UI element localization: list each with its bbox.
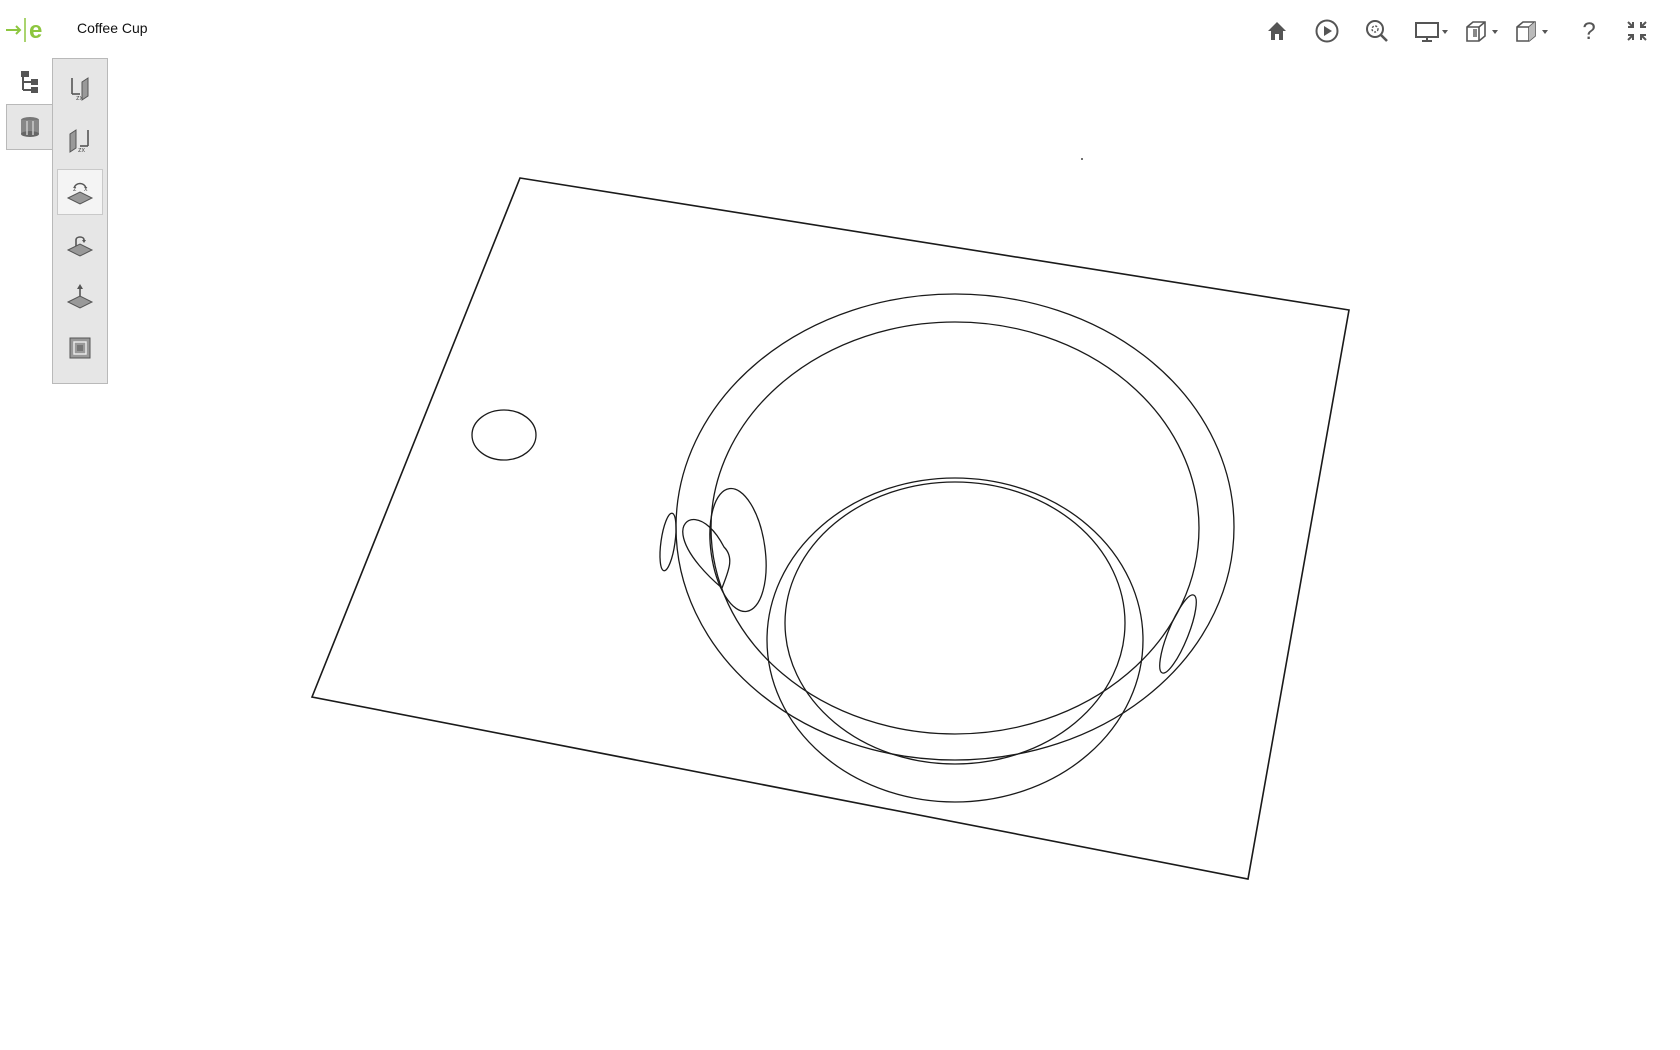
view-toolbar: ?: [1260, 14, 1680, 48]
cup-bottom-inner-edge: [784, 481, 1126, 765]
help-icon: ?: [1582, 18, 1595, 44]
display-mode-button[interactable]: [1412, 14, 1452, 48]
handle-left-large-edge: [709, 487, 767, 613]
cup-outer-rim-edge: [675, 293, 1235, 761]
tool-plane-rotate-zx[interactable]: z x: [57, 169, 103, 215]
section-view-icon: [1466, 21, 1498, 42]
handle-left-small-edge: [659, 512, 677, 572]
tab-feature-tree[interactable]: [6, 58, 53, 104]
section-view-button[interactable]: [1462, 14, 1502, 48]
plane-normal-up-icon: [66, 284, 94, 309]
app-logo[interactable]: e: [6, 14, 50, 46]
zoom-fit-icon: [1366, 20, 1388, 42]
home-icon: [1268, 22, 1286, 40]
app-window: e Coffee Cup ? zx zx z x: [0, 0, 1680, 1050]
svg-text:x: x: [84, 186, 88, 193]
play-icon: [1315, 19, 1339, 43]
help-button[interactable]: ?: [1572, 14, 1606, 48]
zoom-fit-button[interactable]: [1360, 14, 1394, 48]
left-panel-tabs: [6, 58, 53, 150]
base-plate-edge: [310, 177, 1350, 880]
view-cube-icon: [1516, 21, 1548, 42]
tool-plane-turn[interactable]: [57, 221, 103, 267]
play-button[interactable]: [1310, 14, 1344, 48]
tool-layers-box[interactable]: [57, 325, 103, 371]
handle-left-inner-edge: [682, 518, 731, 590]
rotate-axis-x-icon: zx: [71, 77, 89, 102]
fullscreen-button[interactable]: [1620, 14, 1654, 48]
layers-box-icon: [69, 337, 91, 359]
tool-rotate-axis-z[interactable]: zx: [57, 117, 103, 163]
svg-text:z: z: [73, 186, 77, 193]
plane-turn-icon: [66, 236, 94, 257]
cup-inner-rim-edge: [710, 321, 1200, 735]
origin-point: [1081, 158, 1083, 160]
svg-text:zx: zx: [78, 147, 86, 154]
mate-tools-panel: zx zx z x: [52, 58, 108, 384]
3d-viewport[interactable]: [0, 0, 1680, 1050]
handle-right-edge: [1159, 594, 1197, 674]
svg-text:?: ?: [1582, 18, 1595, 44]
home-button[interactable]: [1260, 14, 1294, 48]
svg-text:e: e: [29, 17, 42, 44]
small-hole-edge: [471, 409, 537, 461]
fullscreen-collapse-icon: [1627, 21, 1647, 41]
part-cylinder-icon: [21, 117, 39, 137]
tool-rotate-axis-x[interactable]: zx: [57, 65, 103, 111]
rotate-axis-z-icon: zx: [69, 129, 89, 154]
view-cube-button[interactable]: [1512, 14, 1552, 48]
cup-bottom-outer-edge: [766, 477, 1144, 803]
tool-plane-normal-up[interactable]: [57, 273, 103, 319]
display-monitor-icon: [1415, 22, 1448, 42]
onshape-logo-icon: e: [6, 17, 42, 44]
tab-parts[interactable]: [6, 104, 53, 150]
feature-tree-icon: [20, 71, 38, 93]
plane-rotate-zx-icon: z x: [66, 182, 94, 205]
document-title: Coffee Cup: [77, 20, 148, 36]
